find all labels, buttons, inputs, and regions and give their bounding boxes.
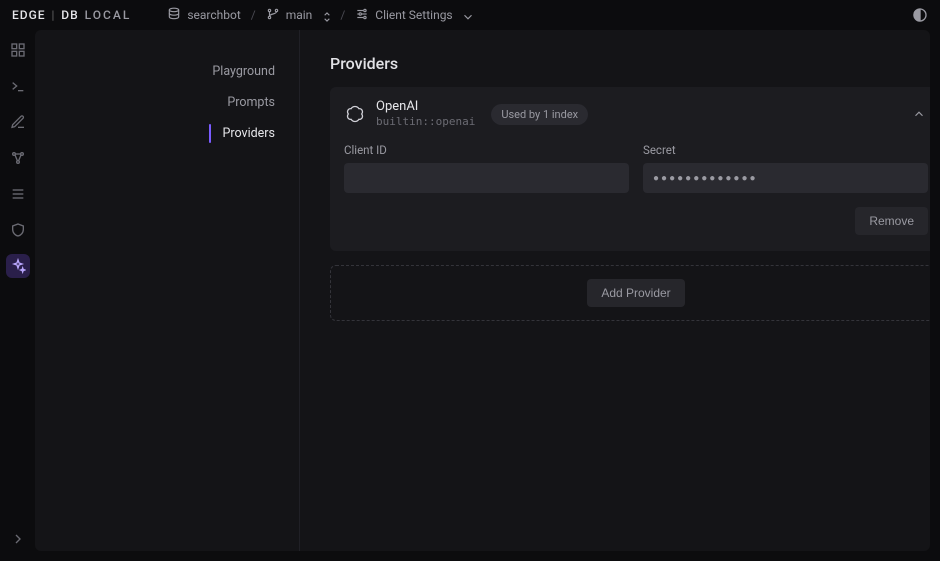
- provider-header[interactable]: OpenAI builtin::openai Used by 1 index: [344, 99, 928, 129]
- client-id-input[interactable]: [344, 163, 629, 193]
- collapse-toggle[interactable]: [912, 106, 928, 122]
- branch-icon: [266, 7, 280, 24]
- secret-field: Secret ●●●●●●●●●●●●●: [643, 143, 928, 193]
- remove-button[interactable]: Remove: [855, 207, 928, 235]
- chevron-updown-icon: [320, 10, 330, 20]
- client-id-label: Client ID: [344, 143, 629, 157]
- breadcrumb: searchbot / main /: [167, 7, 470, 24]
- brand-local: LOCAL: [85, 8, 132, 22]
- subnav-playground-label: Playground: [212, 64, 275, 79]
- brand-db: DB: [61, 8, 78, 22]
- provider-card: OpenAI builtin::openai Used by 1 index C…: [330, 87, 930, 251]
- openai-icon: [344, 103, 366, 125]
- left-rail: [0, 30, 35, 561]
- crumb-branch-label: main: [286, 8, 313, 22]
- provider-fields: Client ID Secret ●●●●●●●●●●●●●: [344, 143, 928, 193]
- subnav-prompts[interactable]: Prompts: [213, 87, 299, 118]
- secret-label: Secret: [643, 143, 928, 157]
- chevron-down-icon: [461, 10, 471, 20]
- brand-edge: EDGE: [12, 8, 46, 22]
- secret-input[interactable]: ●●●●●●●●●●●●●: [643, 163, 928, 193]
- brand-logo: EDGE | DB LOCAL: [12, 8, 131, 22]
- crumb-project-label: searchbot: [187, 8, 240, 22]
- crumb-settings-label: Client Settings: [375, 8, 452, 22]
- sliders-icon: [355, 7, 369, 24]
- database-icon: [167, 7, 181, 24]
- crumb-settings[interactable]: Client Settings: [355, 7, 470, 24]
- subnav-providers[interactable]: Providers: [209, 118, 300, 149]
- provider-title-block: OpenAI builtin::openai: [376, 99, 475, 129]
- crumb-project[interactable]: searchbot: [167, 7, 240, 24]
- rail-list[interactable]: [6, 182, 30, 206]
- rail-shield[interactable]: [6, 218, 30, 242]
- subnav: Playground Prompts Providers: [35, 30, 300, 551]
- pane-title: Providers: [330, 54, 900, 73]
- provider-name: OpenAI: [376, 99, 475, 115]
- client-id-field: Client ID: [344, 143, 629, 193]
- theme-toggle[interactable]: [912, 7, 928, 23]
- rail-graph[interactable]: [6, 146, 30, 170]
- rail-expand[interactable]: [6, 527, 30, 551]
- pane: Providers OpenAI builtin::openai Used by…: [300, 30, 930, 551]
- usage-badge: Used by 1 index: [491, 104, 588, 125]
- subnav-prompts-label: Prompts: [227, 95, 275, 110]
- shell: Playground Prompts Providers Providers: [0, 30, 940, 561]
- crumb-sep-1: /: [251, 8, 256, 22]
- provider-actions: Remove: [344, 207, 928, 235]
- topbar: EDGE | DB LOCAL searchbot / main: [0, 0, 940, 30]
- subnav-providers-label: Providers: [223, 126, 276, 141]
- rail-terminal[interactable]: [6, 74, 30, 98]
- provider-subtitle: builtin::openai: [376, 115, 475, 129]
- crumb-branch[interactable]: main: [266, 7, 331, 24]
- add-provider-button[interactable]: Add Provider: [587, 279, 684, 307]
- add-provider-box: Add Provider: [330, 265, 930, 321]
- subnav-playground[interactable]: Playground: [198, 56, 299, 87]
- rail-edit[interactable]: [6, 110, 30, 134]
- crumb-sep-2: /: [340, 8, 345, 22]
- content-card: Playground Prompts Providers Providers: [35, 30, 930, 551]
- brand-divider: |: [52, 8, 56, 22]
- secret-mask: ●●●●●●●●●●●●●: [653, 173, 758, 184]
- rail-dashboard[interactable]: [6, 38, 30, 62]
- rail-ai[interactable]: [6, 254, 30, 278]
